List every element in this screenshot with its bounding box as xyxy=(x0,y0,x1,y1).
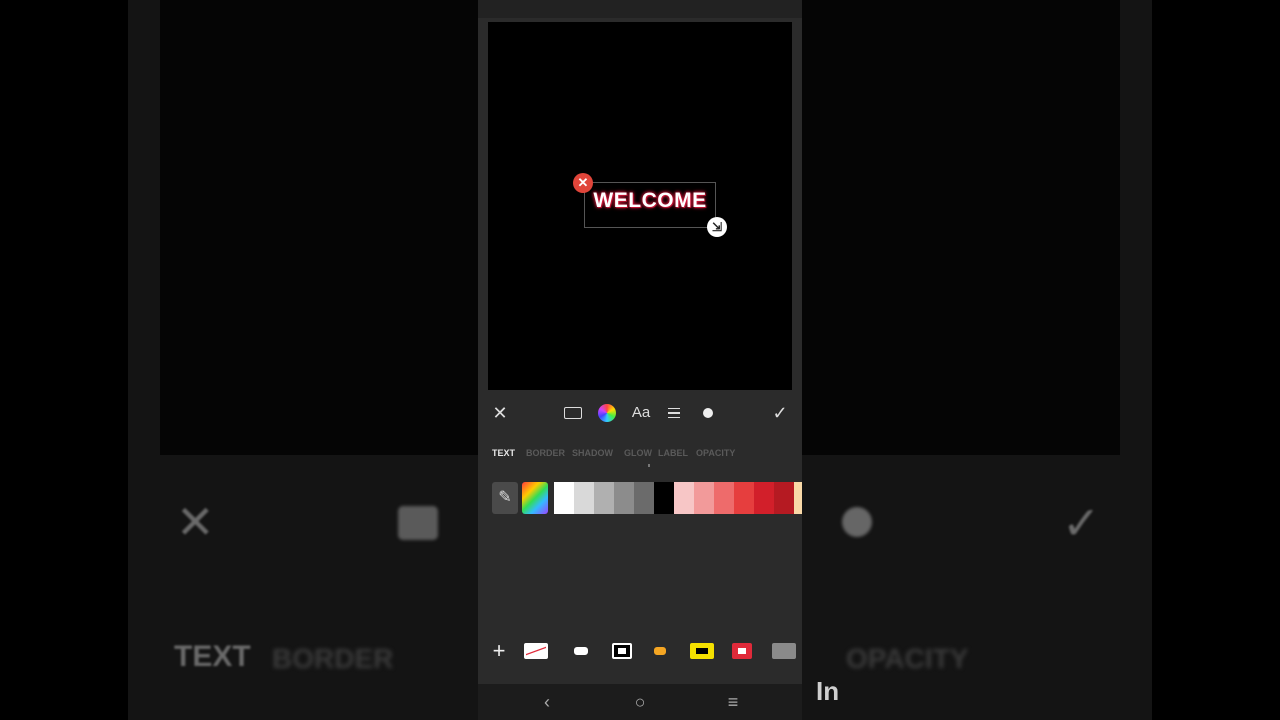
home-nav-icon[interactable]: ○ xyxy=(628,690,652,714)
eyedropper-icon[interactable]: ✎ xyxy=(492,482,518,514)
background-close-icon: ✕ xyxy=(176,496,215,548)
background-check-icon: ✓ xyxy=(1062,497,1101,549)
tab-opacity[interactable]: OPACITY xyxy=(696,448,735,458)
keyboard-icon[interactable] xyxy=(564,407,582,419)
back-nav-icon[interactable]: ‹ xyxy=(535,690,559,714)
label-style-white-round[interactable] xyxy=(574,647,588,655)
confirm-check-icon[interactable]: ✓ xyxy=(770,402,790,424)
tab-shadow[interactable]: SHADOW xyxy=(572,448,613,458)
text-layer-content: WELCOME xyxy=(593,189,707,212)
status-bar xyxy=(478,0,802,18)
tab-text[interactable]: TEXT xyxy=(492,448,515,458)
label-style-red-white[interactable] xyxy=(732,643,752,659)
background-keyboard-icon xyxy=(398,506,438,540)
tab-label[interactable]: LABEL xyxy=(658,448,688,458)
background-tab-opacity: OPACITY xyxy=(846,643,969,674)
color-swatch[interactable] xyxy=(654,482,674,514)
color-swatch[interactable] xyxy=(674,482,694,514)
color-swatch[interactable] xyxy=(694,482,714,514)
editor-canvas[interactable]: WELCOME ✕ ⇲ xyxy=(488,22,792,390)
tab-indicator xyxy=(648,464,650,467)
close-icon[interactable]: ✕ xyxy=(490,402,510,424)
background-tab-border: BORDER xyxy=(272,643,394,674)
add-style-icon[interactable]: + xyxy=(490,638,508,664)
background-tab-text: TEXT xyxy=(174,640,251,673)
label-style-inner xyxy=(696,648,708,654)
color-swatch[interactable] xyxy=(594,482,614,514)
color-swatch[interactable] xyxy=(754,482,774,514)
color-swatch[interactable] xyxy=(774,482,794,514)
tab-border[interactable]: BORDER xyxy=(526,448,565,458)
android-nav-bar: ‹ ○ ≡ xyxy=(478,684,802,720)
phone-screen: WELCOME ✕ ⇲ ✕ Aa ✓ TEXT BORDER SHADOW GL… xyxy=(478,0,802,720)
label-style-black-white[interactable] xyxy=(612,643,632,659)
label-style-orange[interactable] xyxy=(654,647,666,655)
label-style-inner xyxy=(738,648,746,654)
dot-icon[interactable] xyxy=(703,408,713,418)
align-icon[interactable] xyxy=(668,408,680,418)
color-swatch[interactable] xyxy=(634,482,654,514)
text-toolbar: ✕ Aa ✓ xyxy=(478,398,802,426)
label-style-row: + xyxy=(478,636,802,666)
text-layer[interactable]: WELCOME ✕ ⇲ xyxy=(573,173,727,237)
label-style-yellow-black[interactable] xyxy=(690,643,714,659)
color-swatch[interactable] xyxy=(614,482,634,514)
delete-layer-icon[interactable]: ✕ xyxy=(573,173,593,193)
font-button[interactable]: Aa xyxy=(630,402,652,424)
resize-handle-icon[interactable]: ⇲ xyxy=(707,217,727,237)
color-palette: ✎ xyxy=(492,482,802,516)
color-swatch[interactable] xyxy=(714,482,734,514)
label-style-gray[interactable] xyxy=(772,643,796,659)
background-dot-icon xyxy=(842,507,872,537)
color-swatch[interactable] xyxy=(734,482,754,514)
recents-nav-icon[interactable]: ≡ xyxy=(721,690,745,714)
color-swatch[interactable] xyxy=(554,482,574,514)
color-swatch[interactable] xyxy=(574,482,594,514)
tab-glow[interactable]: GLOW xyxy=(624,448,652,458)
label-style-none[interactable] xyxy=(524,643,548,659)
color-swatch[interactable] xyxy=(794,482,802,514)
watermark-text: In xyxy=(816,676,840,706)
style-tabs: TEXT BORDER SHADOW GLOW LABEL OPACITY xyxy=(492,448,792,467)
gradient-swatch[interactable] xyxy=(522,482,548,514)
color-wheel-icon[interactable] xyxy=(598,404,616,422)
label-style-inner xyxy=(618,648,626,654)
